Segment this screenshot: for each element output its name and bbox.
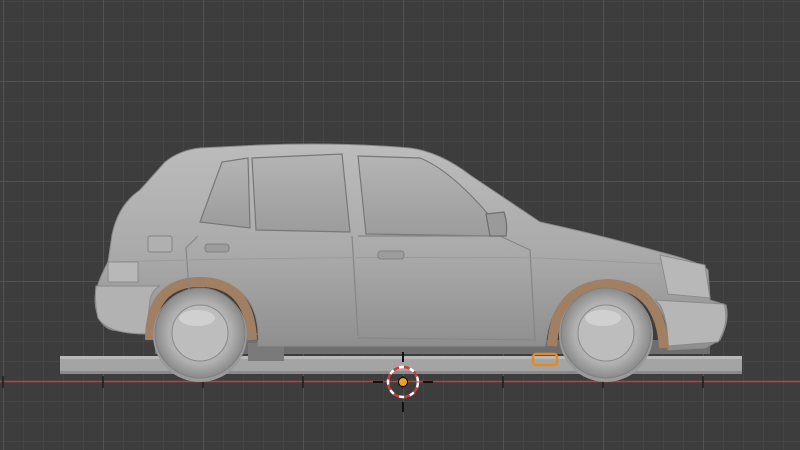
3d-viewport[interactable] <box>0 0 800 450</box>
viewport-canvas[interactable] <box>0 0 800 450</box>
fuel-cap <box>147 235 173 253</box>
object-origin-icon <box>398 377 408 387</box>
rear-door-handle <box>204 243 230 253</box>
rear-wheel <box>153 287 247 382</box>
rear-door-window <box>251 153 351 233</box>
tail-light <box>107 261 139 283</box>
front-door-handle <box>377 250 405 260</box>
side-mirror <box>485 211 508 237</box>
front-wheel <box>559 287 653 382</box>
